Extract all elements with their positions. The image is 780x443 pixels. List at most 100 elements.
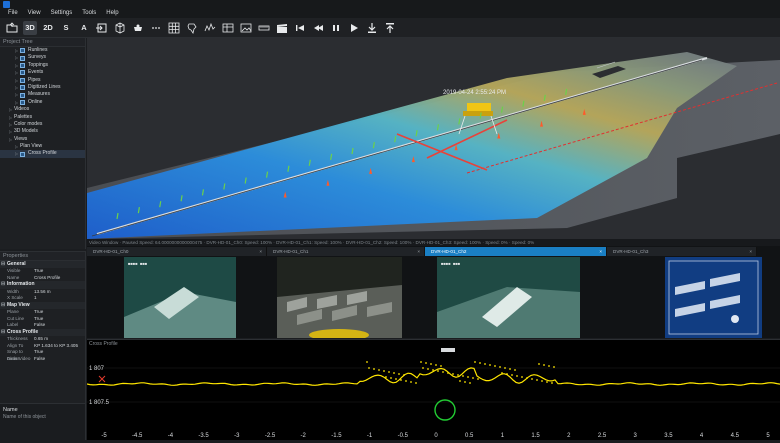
property-value[interactable]: Cross Profile bbox=[34, 275, 85, 282]
property-value[interactable]: 0.65 m bbox=[34, 336, 85, 343]
property-row[interactable]: Width 13.56 m bbox=[0, 289, 85, 296]
menu-help[interactable]: Help bbox=[106, 9, 118, 18]
3d-view[interactable]: 2019-04-24 2:55:24 PM bbox=[87, 38, 780, 239]
property-row[interactable]: Snap to nadas True bbox=[0, 349, 85, 361]
property-section-cross-profile[interactable]: ⊟ Cross Profile bbox=[0, 328, 85, 336]
tree-item-label: 3D Models bbox=[14, 128, 38, 135]
profile-point bbox=[430, 363, 432, 365]
video-tab-0[interactable]: DVR-HD-01_Ch0 × bbox=[87, 247, 267, 256]
close-tab-icon[interactable]: × bbox=[749, 247, 752, 256]
video-tab-2[interactable]: DVR-HD-01_Ch2 × bbox=[425, 247, 607, 256]
property-value[interactable]: True bbox=[34, 268, 85, 275]
video-frame-ch1[interactable] bbox=[277, 257, 402, 338]
collapse-icon[interactable]: ⊟ bbox=[1, 302, 5, 309]
property-row[interactable]: Visible True bbox=[0, 268, 85, 275]
checkbox[interactable] bbox=[20, 77, 25, 83]
step-back-button[interactable] bbox=[311, 21, 325, 35]
open-project-button[interactable] bbox=[5, 21, 19, 35]
download-button[interactable] bbox=[365, 21, 379, 35]
property-section-general[interactable]: ⊟ General bbox=[0, 261, 85, 269]
tree-item-cross-profile[interactable]: ▷ Cross Profile bbox=[0, 150, 85, 158]
property-value[interactable]: KP 1.634 to KP 3.405 bbox=[34, 343, 85, 350]
view-3d-button[interactable]: 3D bbox=[23, 20, 37, 35]
checkbox[interactable] bbox=[20, 151, 25, 157]
tree-item-measures[interactable]: ▷ Measures bbox=[0, 91, 85, 98]
property-row[interactable]: Name Cross Profile bbox=[0, 275, 85, 282]
rov-button[interactable] bbox=[131, 21, 145, 35]
video-tab-1[interactable]: DVR-HD-01_Ch1 × bbox=[267, 247, 425, 256]
property-value[interactable]: True bbox=[34, 316, 85, 323]
x-tick-label: 3.5 bbox=[664, 433, 673, 439]
property-section-map-view[interactable]: ⊟ Map View bbox=[0, 301, 85, 309]
checkbox[interactable] bbox=[20, 70, 25, 76]
cube-button[interactable] bbox=[113, 21, 127, 35]
pause-button[interactable] bbox=[329, 21, 343, 35]
previous-button[interactable] bbox=[293, 21, 307, 35]
image-button[interactable] bbox=[239, 21, 253, 35]
property-value[interactable]: True bbox=[34, 309, 85, 316]
pipeline-button[interactable] bbox=[203, 21, 217, 35]
checkbox[interactable] bbox=[20, 92, 25, 98]
view-s-button[interactable]: S bbox=[59, 21, 73, 35]
checkbox[interactable] bbox=[20, 85, 25, 91]
table-button[interactable] bbox=[221, 21, 235, 35]
play-button[interactable] bbox=[347, 21, 361, 35]
checkbox[interactable] bbox=[20, 55, 25, 61]
tree-item-events[interactable]: ▷ Events bbox=[0, 69, 85, 76]
profile-point bbox=[526, 377, 528, 379]
video-frame-ch3[interactable] bbox=[665, 257, 762, 338]
checkbox[interactable] bbox=[20, 62, 25, 68]
map-button[interactable] bbox=[185, 21, 199, 35]
property-row[interactable]: Plane True bbox=[0, 309, 85, 316]
grid-button[interactable] bbox=[167, 21, 181, 35]
property-row[interactable]: Align To KP 1.634 to KP 3.405 bbox=[0, 343, 85, 350]
checkbox[interactable] bbox=[20, 99, 25, 105]
property-value[interactable]: False bbox=[34, 322, 85, 329]
tree-item-color-modes[interactable]: ▷ Color modes bbox=[0, 121, 85, 128]
close-tab-icon[interactable]: × bbox=[599, 247, 602, 256]
tree-item-toppings[interactable]: ▷ Toppings bbox=[0, 62, 85, 69]
tree-item-views[interactable]: ▷ Views bbox=[0, 136, 85, 143]
collapse-icon[interactable]: ⊟ bbox=[1, 261, 5, 268]
property-row[interactable]: Dims Video False bbox=[0, 356, 85, 363]
tree-item-runlines[interactable]: ▷ Runlines bbox=[0, 47, 85, 54]
menu-tools[interactable]: Tools bbox=[82, 9, 96, 18]
close-tab-icon[interactable]: × bbox=[259, 247, 262, 256]
clapper-button[interactable] bbox=[275, 21, 289, 35]
checkbox[interactable] bbox=[20, 48, 25, 54]
property-row[interactable]: X Scale 1 bbox=[0, 295, 85, 302]
video-frame-ch2[interactable]: ■■■■ ■■■ bbox=[437, 257, 580, 338]
property-row[interactable]: Cut Line True bbox=[0, 316, 85, 323]
view-a-button[interactable]: A bbox=[77, 21, 91, 35]
close-tab-icon[interactable]: × bbox=[417, 247, 420, 256]
property-value[interactable]: 1 bbox=[34, 295, 85, 302]
tree-item-palettes[interactable]: ▷ Palettes bbox=[0, 114, 85, 121]
property-row[interactable]: Thickness 0.65 m bbox=[0, 336, 85, 343]
property-row[interactable]: Label False bbox=[0, 322, 85, 329]
import-button[interactable] bbox=[95, 21, 109, 35]
property-value[interactable]: False bbox=[34, 356, 85, 363]
tree-item-online[interactable]: ▷ Online bbox=[0, 99, 85, 106]
ruler-button[interactable] bbox=[257, 21, 271, 35]
x-tick-label: -2.5 bbox=[265, 433, 276, 439]
video-frame-ch0[interactable]: ■■■■ ■■■ bbox=[124, 257, 236, 338]
menu-settings[interactable]: Settings bbox=[51, 9, 73, 18]
tree-item-digitized-lines[interactable]: ▷ Digitized Lines bbox=[0, 84, 85, 91]
tree-item-plan-view[interactable]: ▷ Plan View bbox=[0, 143, 85, 150]
collapse-icon[interactable]: ⊟ bbox=[1, 281, 5, 288]
video-tab-3[interactable]: DVR-HD-01_Ch3 × bbox=[607, 247, 757, 256]
menu-file[interactable]: File bbox=[8, 9, 18, 18]
tree-item-surveys[interactable]: ▷ Surveys bbox=[0, 54, 85, 61]
property-value[interactable]: True bbox=[34, 349, 85, 356]
tree-item-3d-models[interactable]: ▷ 3D Models bbox=[0, 128, 85, 135]
view-2d-button[interactable]: 2D bbox=[41, 21, 55, 35]
property-section-information[interactable]: ⊟ Information bbox=[0, 281, 85, 289]
property-value[interactable]: 13.56 m bbox=[34, 289, 85, 296]
upload-button[interactable] bbox=[383, 21, 397, 35]
tree-item-videos[interactable]: ▷ Videos bbox=[0, 106, 85, 113]
collapse-icon[interactable]: ⊟ bbox=[1, 329, 5, 336]
menu-view[interactable]: View bbox=[28, 9, 41, 18]
tree-item-pipes[interactable]: ▷ Pipes bbox=[0, 77, 85, 84]
options-button[interactable] bbox=[149, 21, 163, 35]
cross-profile-panel[interactable]: Cross Profile 1 807 1 807.5 -5 -4.5 -4 -3.5… bbox=[86, 339, 780, 440]
